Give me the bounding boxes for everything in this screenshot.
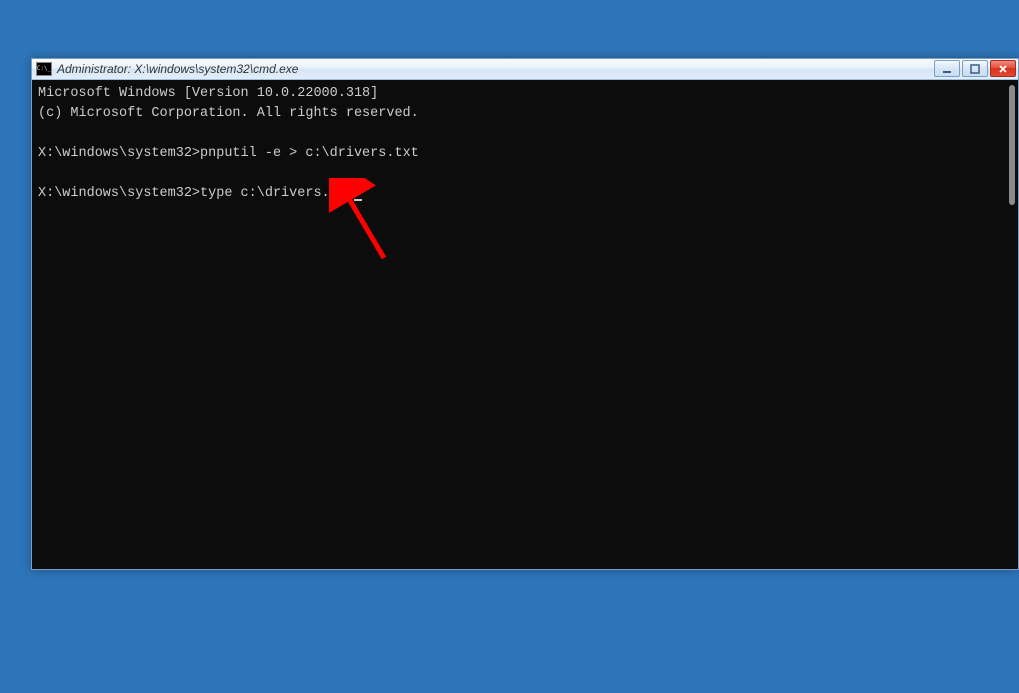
window-controls [934,60,1016,77]
terminal-line: (c) Microsoft Corporation. All rights re… [38,106,419,121]
terminal-area[interactable]: Microsoft Windows [Version 10.0.22000.31… [32,80,1018,569]
cursor-icon [354,199,362,201]
terminal-prompt: X:\windows\system32> [38,186,200,201]
titlebar[interactable]: Administrator: X:\windows\system32\cmd.e… [32,59,1018,80]
minimize-button[interactable] [934,60,960,77]
terminal-prompt: X:\windows\system32> [38,146,200,161]
window-title: Administrator: X:\windows\system32\cmd.e… [57,62,298,76]
terminal-command: type c:\drivers.txt [200,186,354,201]
close-button[interactable] [990,60,1016,77]
cmd-window: Administrator: X:\windows\system32\cmd.e… [31,58,1019,570]
cmd-icon [36,62,52,76]
terminal-line: Microsoft Windows [Version 10.0.22000.31… [38,86,378,101]
terminal-output: Microsoft Windows [Version 10.0.22000.31… [38,84,1012,204]
scrollbar-thumb[interactable] [1009,85,1015,205]
terminal-command: pnputil -e > c:\drivers.txt [200,146,419,161]
maximize-button[interactable] [962,60,988,77]
